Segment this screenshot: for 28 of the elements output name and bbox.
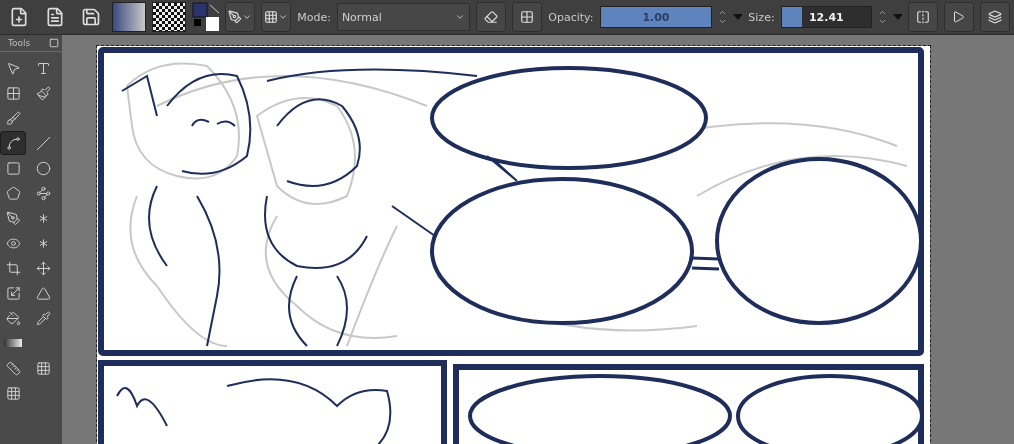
tools-panel-title: Tools [8, 38, 31, 48]
mirror-horizontal-button[interactable] [908, 2, 938, 32]
size-label: Size: [748, 10, 775, 24]
triangle-icon [953, 11, 965, 23]
freehand-tool-icon[interactable] [0, 131, 26, 155]
mirror-vertical-button[interactable] [944, 2, 974, 32]
grid-button[interactable] [261, 2, 292, 32]
mirror-icon [916, 10, 930, 24]
caret-icon [455, 12, 466, 22]
checker-button[interactable] [512, 2, 543, 32]
grid-icon [264, 10, 279, 24]
layers-button[interactable] [980, 2, 1010, 32]
eraser-button[interactable] [476, 2, 507, 32]
color-swatches-icon[interactable] [192, 2, 220, 32]
eraser-icon [484, 10, 499, 24]
pen-icon [228, 10, 243, 24]
layers-icon [988, 10, 1002, 24]
caret-icon [278, 12, 289, 22]
pattern-swatch[interactable] [152, 2, 187, 32]
size-slider[interactable]: 12.41 [780, 6, 873, 28]
opacity-label: Opacity: [548, 10, 594, 24]
brush-preset-button[interactable] [225, 2, 256, 32]
checker-icon [520, 10, 535, 24]
mode-label: Mode: [297, 10, 331, 24]
caret-icon [242, 12, 253, 22]
blend-mode-dropdown[interactable]: Normal [336, 3, 471, 31]
float-panel-icon[interactable] [49, 38, 59, 48]
gradient-swatch[interactable] [112, 2, 147, 32]
